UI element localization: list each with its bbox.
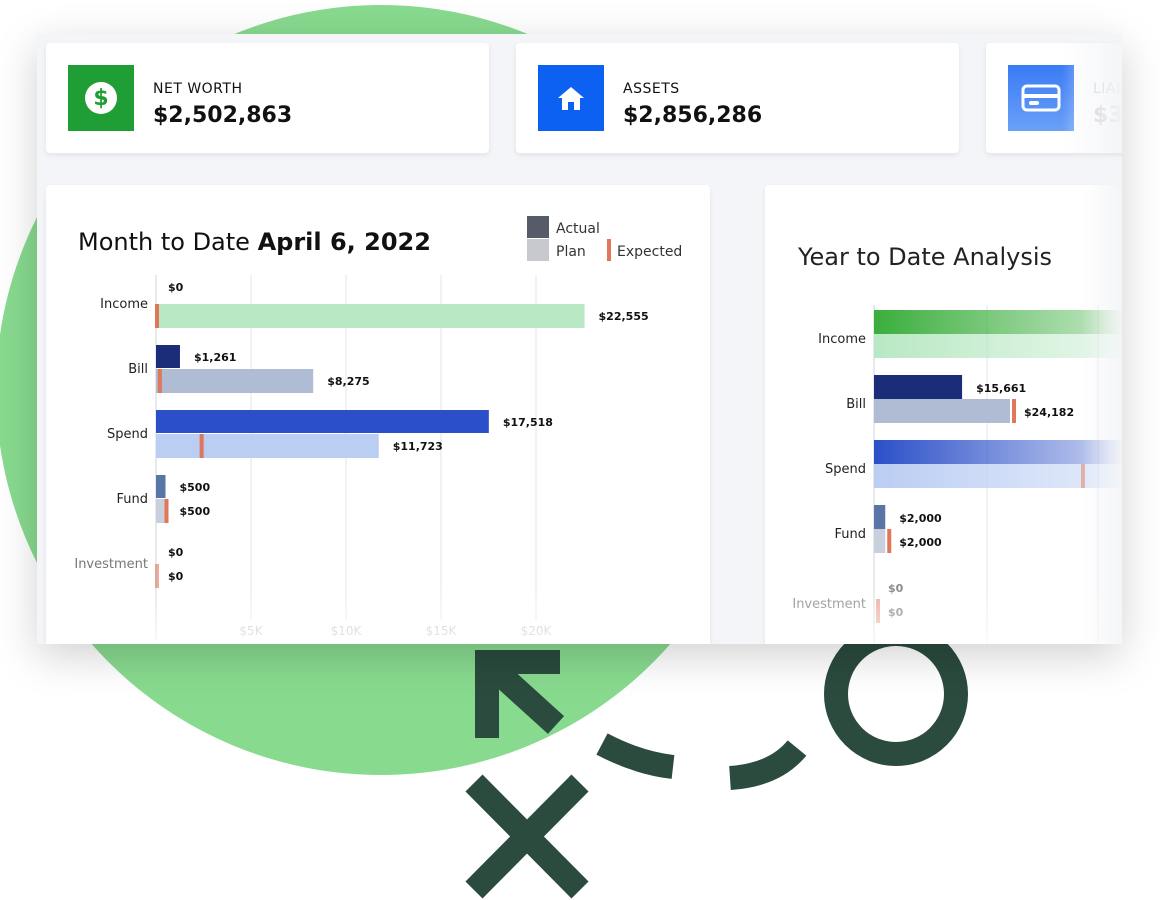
ytd-plan-value-label: $0 (888, 606, 904, 619)
assets-value: $2,856,286 (623, 103, 763, 128)
legend-plan-swatch (527, 239, 549, 261)
ytd-plan-value-label: $24,182 (1024, 406, 1074, 419)
month-to-date-chart: Month to Date April 6, 2022 Actual Plan … (74, 216, 682, 640)
year-to-date-chart: Year to Date Analysis Income Bill $15,661 $… (792, 243, 1122, 644)
mtd-expected-marker (155, 304, 159, 328)
mtd-title: Month to Date April 6, 2022 (78, 228, 431, 256)
mtd-category-label: Investment (74, 557, 148, 572)
mtd-tick-label: $20K (521, 624, 553, 638)
ytd-expected-marker (1012, 399, 1016, 423)
ytd-expected-marker (1081, 464, 1085, 488)
mtd-actual-value-label: $17,518 (503, 416, 553, 429)
mtd-tick-label: $5K (239, 624, 263, 638)
ytd-category-label: Income (818, 332, 866, 347)
legend-plan-label: Plan (556, 244, 586, 260)
mtd-expected-marker (199, 434, 204, 458)
mtd-expected-marker (164, 499, 169, 523)
ytd-category-label: Bill (846, 397, 866, 412)
mtd-plan-value-label: $8,275 (327, 375, 369, 388)
month-to-date-card: Month to Date April 6, 2022 Actual Plan … (46, 185, 710, 644)
credit-card-icon (1008, 65, 1074, 131)
mtd-expected-marker (157, 369, 162, 393)
ytd-actual-bar (874, 440, 1122, 464)
mtd-category-label: Bill (128, 362, 148, 377)
ytd-category-label: Fund (835, 527, 867, 542)
mtd-actual-value-label: $0 (168, 546, 184, 559)
dollar-icon: $ (68, 65, 134, 131)
mtd-plan-bar (156, 499, 166, 523)
legend-expected-swatch (607, 239, 611, 261)
liabilities-value: $3 (1093, 103, 1122, 128)
legend-expected-label: Expected (617, 244, 682, 260)
mtd-actual-value-label: $500 (180, 481, 211, 494)
ytd-actual-bar (874, 505, 886, 529)
decorative-arrow-diagonal (483, 658, 565, 734)
ytd-expected-marker (887, 529, 892, 553)
liabilities-label: LIAB (1093, 81, 1122, 97)
net-worth-label: NET WORTH (153, 81, 243, 97)
decorative-x-mark (465, 774, 589, 899)
year-to-date-card: Year to Date Analysis Income Bill $15,661 $… (765, 185, 1122, 644)
ytd-category-label: Spend (825, 462, 866, 477)
mtd-actual-bar (156, 345, 180, 368)
mtd-plan-bar (156, 304, 585, 328)
assets-label: ASSETS (623, 81, 680, 97)
ytd-title: Year to Date Analysis (797, 243, 1052, 271)
ytd-category-label: Investment (792, 597, 866, 612)
mtd-expected-marker (155, 564, 159, 588)
mtd-plan-bar (156, 434, 379, 458)
mtd-category-label: Fund (117, 492, 149, 507)
home-icon (538, 65, 604, 131)
ytd-actual-bar (874, 375, 963, 399)
mtd-actual-bar (156, 410, 489, 433)
mtd-plan-value-label: $11,723 (393, 440, 443, 453)
ytd-expected-marker (876, 599, 880, 623)
svg-text:$: $ (93, 86, 108, 111)
decorative-dash-2 (596, 733, 675, 779)
liabilities-card[interactable]: LIAB $3 (986, 43, 1122, 153)
mtd-actual-bar (156, 475, 166, 498)
ytd-actual-value-label: $2,000 (899, 512, 942, 525)
mtd-plan-value-label: $0 (168, 570, 184, 583)
ytd-plan-value-label: $2,000 (899, 536, 942, 549)
mtd-tick-label: $15K (426, 624, 458, 638)
ytd-plan-bar (874, 529, 886, 553)
mtd-actual-value-label: $0 (168, 281, 184, 294)
ytd-plan-bar (874, 334, 1122, 358)
net-worth-card[interactable]: $ NET WORTH $2,502,863 (46, 43, 489, 153)
mtd-tick-label: $10K (331, 624, 363, 638)
dashboard-panel: $ NET WORTH $2,502,863 ASSETS $2,856,286… (37, 34, 1122, 644)
decorative-o-mark (824, 622, 968, 766)
decorative-dash-1 (728, 739, 807, 790)
ytd-actual-bar (874, 310, 1122, 334)
mtd-category-label: Spend (107, 427, 148, 442)
mtd-plan-bar (156, 369, 314, 393)
mtd-plan-value-label: $500 (180, 505, 211, 518)
ytd-plan-bar (874, 399, 1010, 423)
mtd-actual-value-label: $1,261 (194, 351, 236, 364)
mtd-plan-value-label: $22,555 (599, 310, 649, 323)
net-worth-value: $2,502,863 (153, 103, 293, 128)
assets-card[interactable]: ASSETS $2,856,286 (516, 43, 959, 153)
ytd-actual-value-label: $0 (888, 582, 904, 595)
legend-actual-swatch (527, 216, 549, 238)
mtd-category-label: Income (100, 297, 148, 312)
ytd-actual-value-label: $15,661 (976, 382, 1026, 395)
legend-actual-label: Actual (556, 221, 600, 237)
